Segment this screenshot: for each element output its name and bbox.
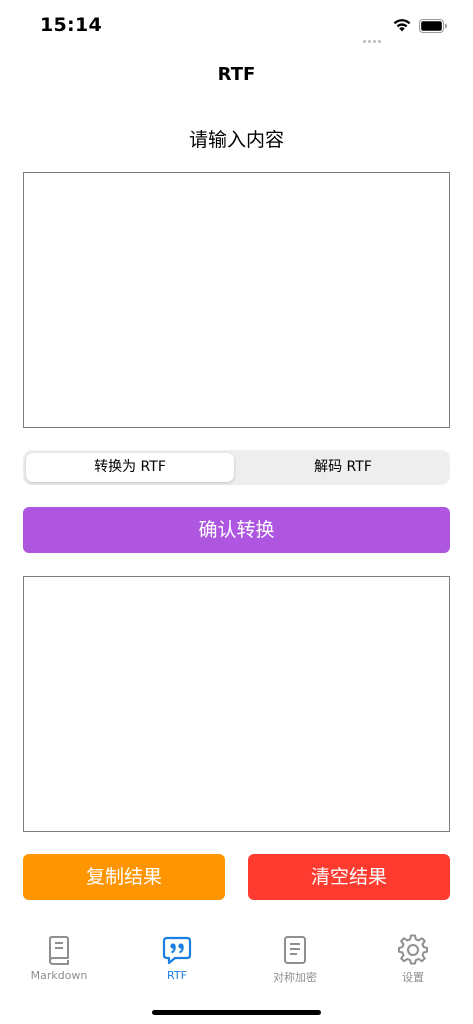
nav-title: RTF	[217, 64, 256, 85]
tab-symmetric-encryption[interactable]: 对称加密	[236, 934, 354, 985]
copy-result-button[interactable]: 复制结果	[23, 854, 225, 900]
tab-label-markdown: Markdown	[30, 969, 88, 982]
clear-result-button[interactable]: 清空结果	[248, 854, 450, 900]
tab-settings[interactable]: 设置	[354, 934, 472, 985]
status-time: 15:14	[40, 14, 102, 36]
tab-label-rtf: RTF	[167, 969, 187, 982]
wifi-icon	[392, 17, 412, 36]
segment-encode-rtf[interactable]: 转换为 RTF	[26, 453, 234, 482]
battery-icon	[419, 18, 447, 33]
quote-bubble-icon	[118, 934, 236, 966]
book-icon	[0, 934, 118, 966]
cellular-signal-icon	[363, 28, 383, 47]
document-icon	[236, 934, 354, 966]
input-prompt-label: 请输入内容	[188, 129, 284, 151]
output-text-area[interactable]	[23, 576, 450, 832]
confirm-convert-button[interactable]: 确认转换	[23, 507, 450, 553]
tab-rtf[interactable]: RTF	[118, 934, 236, 982]
tab-label-symmetric-encryption: 对称加密	[273, 971, 317, 984]
tab-markdown[interactable]: Markdown	[0, 934, 118, 982]
tab-label-settings: 设置	[402, 971, 424, 984]
gear-icon	[354, 934, 472, 966]
home-indicator[interactable]	[152, 1010, 321, 1015]
segment-decode-rtf[interactable]: 解码 RTF	[239, 453, 447, 482]
conversion-mode-segmented-control: 转换为 RTF 解码 RTF	[23, 450, 450, 485]
input-text-area[interactable]	[23, 172, 450, 428]
